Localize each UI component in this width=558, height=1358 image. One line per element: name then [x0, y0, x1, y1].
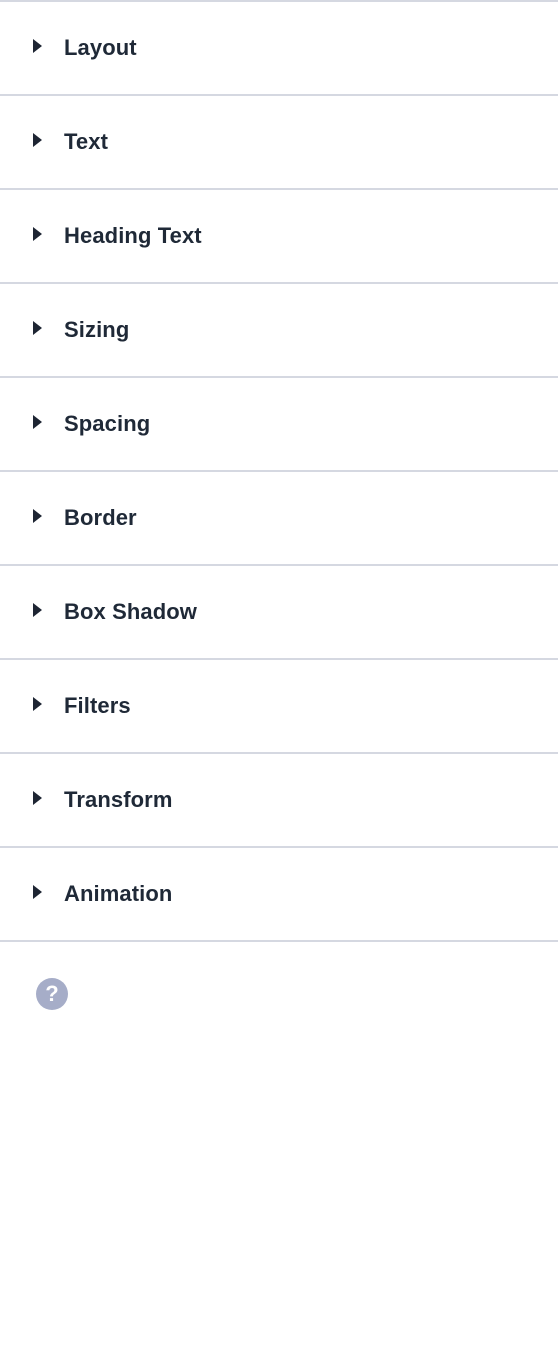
- section-label: Filters: [64, 693, 131, 718]
- section-label: Box Shadow: [64, 599, 198, 624]
- section-label: Layout: [64, 35, 137, 60]
- section-animation[interactable]: Animation: [0, 848, 558, 942]
- style-sections-panel: Layout Text Heading Text Sizing Spacing …: [0, 0, 558, 942]
- section-spacing[interactable]: Spacing: [0, 378, 558, 472]
- caret-right-icon: [33, 39, 42, 53]
- help-circle-icon[interactable]: ?: [36, 978, 68, 1010]
- section-text[interactable]: Text: [0, 96, 558, 190]
- section-label: Animation: [64, 881, 173, 906]
- section-label: Sizing: [64, 317, 130, 342]
- caret-right-icon: [33, 227, 42, 241]
- caret-right-icon: [33, 885, 42, 899]
- caret-right-icon: [33, 321, 42, 335]
- caret-right-icon: [33, 415, 42, 429]
- section-label: Text: [64, 129, 109, 154]
- caret-right-icon: [33, 791, 42, 805]
- section-layout[interactable]: Layout: [0, 2, 558, 96]
- section-label: Heading Text: [64, 223, 202, 248]
- caret-right-icon: [33, 509, 42, 523]
- section-heading-text[interactable]: Heading Text: [0, 190, 558, 284]
- section-filters[interactable]: Filters: [0, 660, 558, 754]
- caret-right-icon: [33, 697, 42, 711]
- section-border[interactable]: Border: [0, 472, 558, 566]
- caret-right-icon: [33, 133, 42, 147]
- section-label: Transform: [64, 787, 173, 812]
- caret-right-icon: [33, 603, 42, 617]
- section-label: Border: [64, 505, 137, 530]
- section-transform[interactable]: Transform: [0, 754, 558, 848]
- help-glyph: ?: [45, 981, 59, 1006]
- section-sizing[interactable]: Sizing: [0, 284, 558, 378]
- section-label: Spacing: [64, 411, 151, 436]
- section-box-shadow[interactable]: Box Shadow: [0, 566, 558, 660]
